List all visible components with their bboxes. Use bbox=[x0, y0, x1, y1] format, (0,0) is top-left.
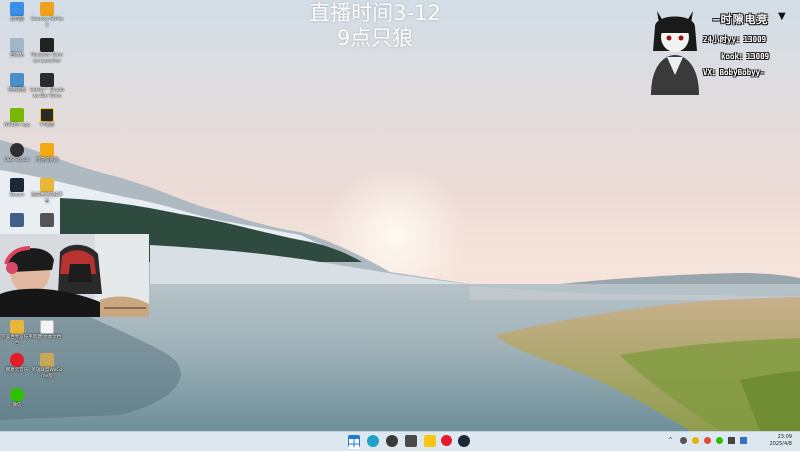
desktop-icon-label: Rockstar Games Launcher bbox=[31, 53, 63, 64]
taskbar: ^ 23:09 2025/4/8 bbox=[0, 431, 800, 451]
yy-icon bbox=[40, 108, 54, 122]
tray-app-icon[interactable] bbox=[692, 437, 699, 444]
windows-logo-icon bbox=[349, 439, 359, 449]
desktop-icon-label: 此电脑 bbox=[10, 17, 24, 22]
control-panel-icon bbox=[10, 73, 24, 87]
desktop-icon-label: Sekiro™ Shadows Die Twice bbox=[30, 88, 64, 99]
app-icon[interactable] bbox=[386, 435, 398, 447]
desktop-icon-sekiro[interactable]: Sekiro™ Shadows Die Twice bbox=[30, 71, 64, 109]
desktop-icon-lol-wegame[interactable]: 英雄联盟WeGame版 bbox=[30, 351, 64, 389]
anime-avatar-image bbox=[651, 11, 699, 95]
stream-time-text: 直播时间3-12 bbox=[309, 1, 441, 25]
stream-schedule-overlay: 直播时间3-12 9点只狼 bbox=[290, 0, 460, 50]
desktop-icon-booster[interactable]: 迅游加速器 bbox=[30, 141, 64, 179]
desktop-icon-steam[interactable]: Steam bbox=[0, 176, 34, 214]
steam-icon bbox=[10, 178, 24, 192]
desktop-icon-label: 英雄联盟WeGame版 bbox=[31, 368, 63, 379]
app-icon bbox=[40, 213, 54, 227]
desktop-icon-label: 网易云音乐 bbox=[5, 368, 29, 373]
stream-contact-card: –时隙电竞 ▼ 24小时yy：13009 kook：13009 VX：BobyB… bbox=[645, 5, 795, 95]
clock-time: 23:09 bbox=[777, 434, 792, 440]
desktop-icon-label: 回收站 bbox=[10, 53, 24, 58]
contact-wechat: VX：BobyBobyy- bbox=[703, 68, 765, 77]
perfect-world-icon bbox=[10, 320, 24, 334]
tray-app-icon[interactable] bbox=[728, 437, 735, 444]
cs2-icon bbox=[40, 2, 54, 16]
desktop-icon-label: NVIDIA App bbox=[4, 123, 30, 128]
desktop-icon-label: Counter-Strike 2 bbox=[30, 17, 64, 28]
perfect-world-icon bbox=[40, 178, 54, 192]
webcam-feed bbox=[0, 234, 149, 317]
app-icon bbox=[10, 213, 24, 227]
desktop-icon-yy[interactable]: YY语音 bbox=[30, 106, 64, 144]
steam-icon[interactable] bbox=[458, 435, 470, 447]
obs-icon bbox=[10, 143, 24, 157]
desktop-icon-nvidia[interactable]: NVIDIA App bbox=[0, 106, 34, 144]
tray-wechat-icon[interactable] bbox=[716, 437, 723, 444]
clock-date: 2025/4/8 bbox=[769, 441, 792, 447]
desktop-icon-netease-music[interactable]: 网易云音乐 bbox=[0, 351, 34, 389]
brand-title: –时隙电竞 bbox=[713, 13, 769, 26]
rockstar-icon bbox=[40, 38, 54, 52]
clock[interactable]: 23:09 2025/4/8 bbox=[756, 434, 792, 448]
desktop-icon-recycle-bin[interactable]: 回收站 bbox=[0, 36, 34, 74]
desktop-icon-label: 完美世界竞技平台 bbox=[1, 335, 33, 346]
desktop-icon-label: Steam bbox=[9, 193, 25, 198]
desktop-icon-label: 新建 文本文档 bbox=[32, 335, 62, 340]
desktop: 此电脑 Counter-Strike 2 回收站 Rockstar Games … bbox=[0, 0, 800, 431]
desktop-icon-control-panel[interactable]: 控制面板 bbox=[0, 71, 34, 109]
recycle-bin-icon bbox=[10, 38, 24, 52]
desktop-icon-label: 迅游加速器 bbox=[35, 158, 59, 163]
chevron-up-icon[interactable]: ^ bbox=[668, 437, 675, 444]
yy-icon[interactable] bbox=[424, 435, 436, 447]
desktop-icon-perfect-world[interactable]: 完美世界竞技平台 bbox=[30, 176, 64, 214]
tray-app-icon[interactable] bbox=[704, 437, 711, 444]
computer-icon bbox=[10, 2, 24, 16]
desktop-icon-label: YY语音 bbox=[39, 123, 55, 128]
app-icon[interactable] bbox=[405, 435, 417, 447]
booster-icon bbox=[40, 143, 54, 157]
netease-music-icon[interactable] bbox=[441, 435, 452, 446]
desktop-icon-label: OBS Studio bbox=[4, 158, 30, 163]
nvidia-icon bbox=[10, 108, 24, 122]
sekiro-icon bbox=[40, 73, 54, 87]
desktop-icon-wechat[interactable]: 微信 bbox=[0, 386, 34, 424]
webcam-image bbox=[0, 234, 149, 317]
edge-icon[interactable] bbox=[367, 435, 379, 447]
netease-music-icon bbox=[10, 353, 24, 367]
start-button[interactable] bbox=[348, 435, 360, 449]
text-file-icon bbox=[40, 320, 54, 334]
contact-yy: 24小时yy：13009 bbox=[703, 35, 767, 44]
bat-icon: ▼ bbox=[778, 11, 786, 22]
desktop-icon-obs[interactable]: OBS Studio bbox=[0, 141, 34, 179]
contact-kook: kook：13009 bbox=[721, 52, 770, 61]
stream-game-text: 9点只狼 bbox=[336, 26, 414, 50]
desktop-icon-this-pc[interactable]: 此电脑 bbox=[0, 0, 34, 38]
wechat-icon bbox=[10, 388, 24, 402]
desktop-icon-label: 完美世界竞技平台 bbox=[31, 193, 63, 204]
desktop-icon-rockstar[interactable]: Rockstar Games Launcher bbox=[30, 36, 64, 74]
desktop-icon-label: 微信 bbox=[12, 403, 22, 408]
tray-input-icon[interactable] bbox=[740, 437, 747, 444]
lol-icon bbox=[40, 353, 54, 367]
brand-name: 时隙电竞 bbox=[720, 13, 769, 26]
desktop-icon-label: 控制面板 bbox=[8, 88, 26, 93]
tray-app-icon[interactable] bbox=[680, 437, 687, 444]
desktop-icon-cs2[interactable]: Counter-Strike 2 bbox=[30, 0, 64, 38]
